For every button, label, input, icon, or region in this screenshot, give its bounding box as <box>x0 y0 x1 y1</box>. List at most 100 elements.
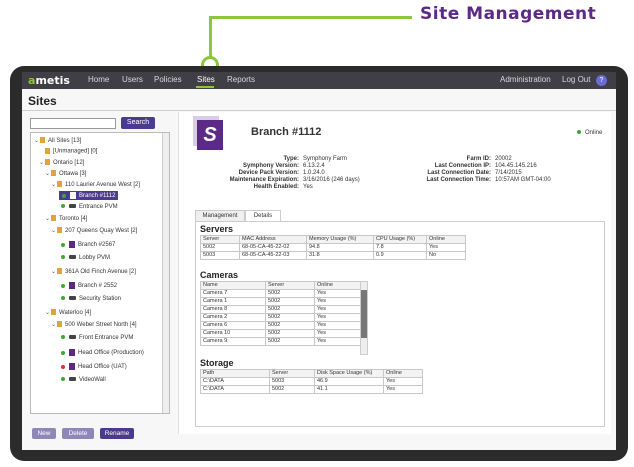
servers-title: Servers <box>200 224 234 234</box>
table-row[interactable]: C:\DATA 5002 41.1 Yes <box>200 385 423 394</box>
column-header: MAC Address <box>239 235 307 244</box>
last-time-label: Last Connection Time: <box>426 177 491 183</box>
nav-logout[interactable]: Log Out <box>562 75 590 84</box>
tree-branch-2567[interactable]: Branch #2567 <box>61 241 115 248</box>
table-cell: Yes <box>314 329 364 338</box>
rename-button[interactable]: Rename <box>100 428 134 439</box>
table-cell: 5002 <box>265 321 315 330</box>
scrollbar-thumb[interactable] <box>361 290 367 338</box>
table-cell: 41.1 <box>314 385 384 394</box>
tree-videowall[interactable]: VideoWall <box>61 377 106 383</box>
new-button[interactable]: New <box>32 428 56 439</box>
table-cell: Camera 1 <box>200 297 266 306</box>
last-date-value: 7/14/2015 <box>495 170 522 176</box>
table-row[interactable]: Camera 1 5002 Yes <box>200 297 364 306</box>
tree-scrollbar[interactable] <box>162 133 169 413</box>
column-header: Server <box>265 281 315 290</box>
tree-lobby-pvm[interactable]: Lobby PVM <box>61 255 110 261</box>
tree-front-entrance[interactable]: Front Entrance PVM <box>61 335 133 341</box>
servers-table: Server MAC Address Memory Usage (%) CPU … <box>200 235 466 260</box>
callout-connector <box>209 16 212 58</box>
table-cell: Camera 8 <box>200 305 266 314</box>
tree-ottawa[interactable]: ⌄ Ottawa [3] <box>45 170 86 177</box>
folder-icon <box>40 137 45 144</box>
tree-laurier[interactable]: ⌄ 110 Laurier Avenue West [2] <box>51 181 140 188</box>
table-header-row: Path Server Disk Space Usage (%) Online <box>200 369 423 378</box>
status-online-icon <box>62 193 66 198</box>
table-row[interactable]: Camera 8 5002 Yes <box>200 305 364 314</box>
tree-head-office-prod[interactable]: Head Office (Production) <box>61 349 144 356</box>
table-cell: 7.8 <box>373 243 427 252</box>
storage-title: Storage <box>200 358 234 368</box>
tree-queens[interactable]: ⌄ 207 Queens Quay West [2] <box>51 227 137 234</box>
last-date-label: Last Connection Date: <box>427 170 491 176</box>
table-cell: Camera 9 <box>200 337 266 346</box>
folder-icon <box>51 170 56 177</box>
table-cell: Camera 6 <box>200 321 266 330</box>
tree-security-station[interactable]: Security Station <box>61 296 121 302</box>
table-cell: Yes <box>383 385 423 394</box>
tree-unmanaged[interactable]: [Unmanaged] [0] <box>45 148 97 155</box>
tree-waterloo[interactable]: ⌄ Waterloo [4] <box>45 309 91 316</box>
farm-id-label: Farm ID: <box>466 156 491 162</box>
tree-toronto[interactable]: ⌄ Toronto [4] <box>45 215 87 222</box>
site-icon <box>69 363 75 370</box>
device-pack-value: 1.0.24.0 <box>303 170 325 176</box>
device-pack-label: Device Pack Version: <box>238 170 299 176</box>
tree-branch-2552[interactable]: Branch # 2552 <box>61 282 117 289</box>
site-icon <box>69 282 75 289</box>
tree-finch[interactable]: ⌄ 361A Old Finch Avenue [2] <box>51 268 136 275</box>
folder-icon <box>45 159 50 166</box>
nav-sites[interactable]: Sites <box>197 75 215 84</box>
tree-branch-1112[interactable]: Branch #1112 <box>59 191 119 201</box>
table-row[interactable]: C:\DATA 5003 46.9 Yes <box>200 377 423 386</box>
table-cell: Yes <box>314 321 364 330</box>
table-cell: No <box>426 251 466 260</box>
table-row[interactable]: Camera 6 5002 Yes <box>200 321 364 330</box>
nav-home[interactable]: Home <box>88 75 109 84</box>
table-row[interactable]: Camera 9 5002 Yes <box>200 337 364 346</box>
nav-administration[interactable]: Administration <box>500 75 551 84</box>
page-title: Sites <box>28 94 57 108</box>
app-screen: ametis Home Users Policies Sites Reports… <box>22 72 616 450</box>
table-cell: 5002 <box>265 297 315 306</box>
nav-reports[interactable]: Reports <box>227 75 255 84</box>
status-online-icon <box>61 204 65 209</box>
status-online-icon <box>577 130 581 135</box>
last-time-value: 10:57AM GMT-04:00 <box>495 177 551 183</box>
search-button[interactable]: Search <box>121 117 155 129</box>
callout-line <box>212 16 412 19</box>
tree-ontario[interactable]: ⌄ Ontario [12] <box>39 159 84 166</box>
column-header: Disk Space Usage (%) <box>314 369 384 378</box>
nav-policies[interactable]: Policies <box>154 75 182 84</box>
camera-icon <box>69 377 76 382</box>
table-header-row: Server MAC Address Memory Usage (%) CPU … <box>200 235 466 244</box>
table-row[interactable]: 5003 68-05-CA-45-22-03 31.8 0.9 No <box>200 251 466 260</box>
status-offline-icon <box>61 364 65 369</box>
table-cell: 5002 <box>200 243 240 252</box>
table-cell: 5002 <box>265 305 315 314</box>
tree-head-office-uat[interactable]: Head Office (UAT) <box>61 363 127 370</box>
table-cell: 31.8 <box>306 251 374 260</box>
help-icon[interactable]: ? <box>596 75 607 86</box>
tree-entrance-pvm[interactable]: Entrance PVM <box>61 204 118 210</box>
column-header: Name <box>200 281 266 290</box>
column-header: Memory Usage (%) <box>306 235 374 244</box>
status-online-icon <box>61 350 65 355</box>
site-icon <box>70 192 76 199</box>
table-cell: 5002 <box>269 385 315 394</box>
folder-icon <box>57 321 62 328</box>
cameras-scrollbar[interactable] <box>360 281 368 355</box>
search-input[interactable] <box>30 118 116 129</box>
tree-weber[interactable]: ⌄ 500 Weber Street North [4] <box>51 321 137 328</box>
tree-all-sites[interactable]: ⌄ All Sites [13] <box>34 137 81 144</box>
table-row[interactable]: Camera 10 5002 Yes <box>200 329 364 338</box>
table-row[interactable]: 5002 68-05-CA-45-22-02 94.8 7.8 Yes <box>200 243 466 252</box>
storage-table: Path Server Disk Space Usage (%) Online … <box>200 369 423 394</box>
column-header: Server <box>200 235 240 244</box>
delete-button[interactable]: Delete <box>62 428 94 439</box>
table-row[interactable]: Camera 2 5002 Yes <box>200 313 364 322</box>
table-row[interactable]: Camera 7 5002 Yes <box>200 289 364 298</box>
nav-users[interactable]: Users <box>122 75 143 84</box>
table-cell: C:\DATA <box>200 377 270 386</box>
